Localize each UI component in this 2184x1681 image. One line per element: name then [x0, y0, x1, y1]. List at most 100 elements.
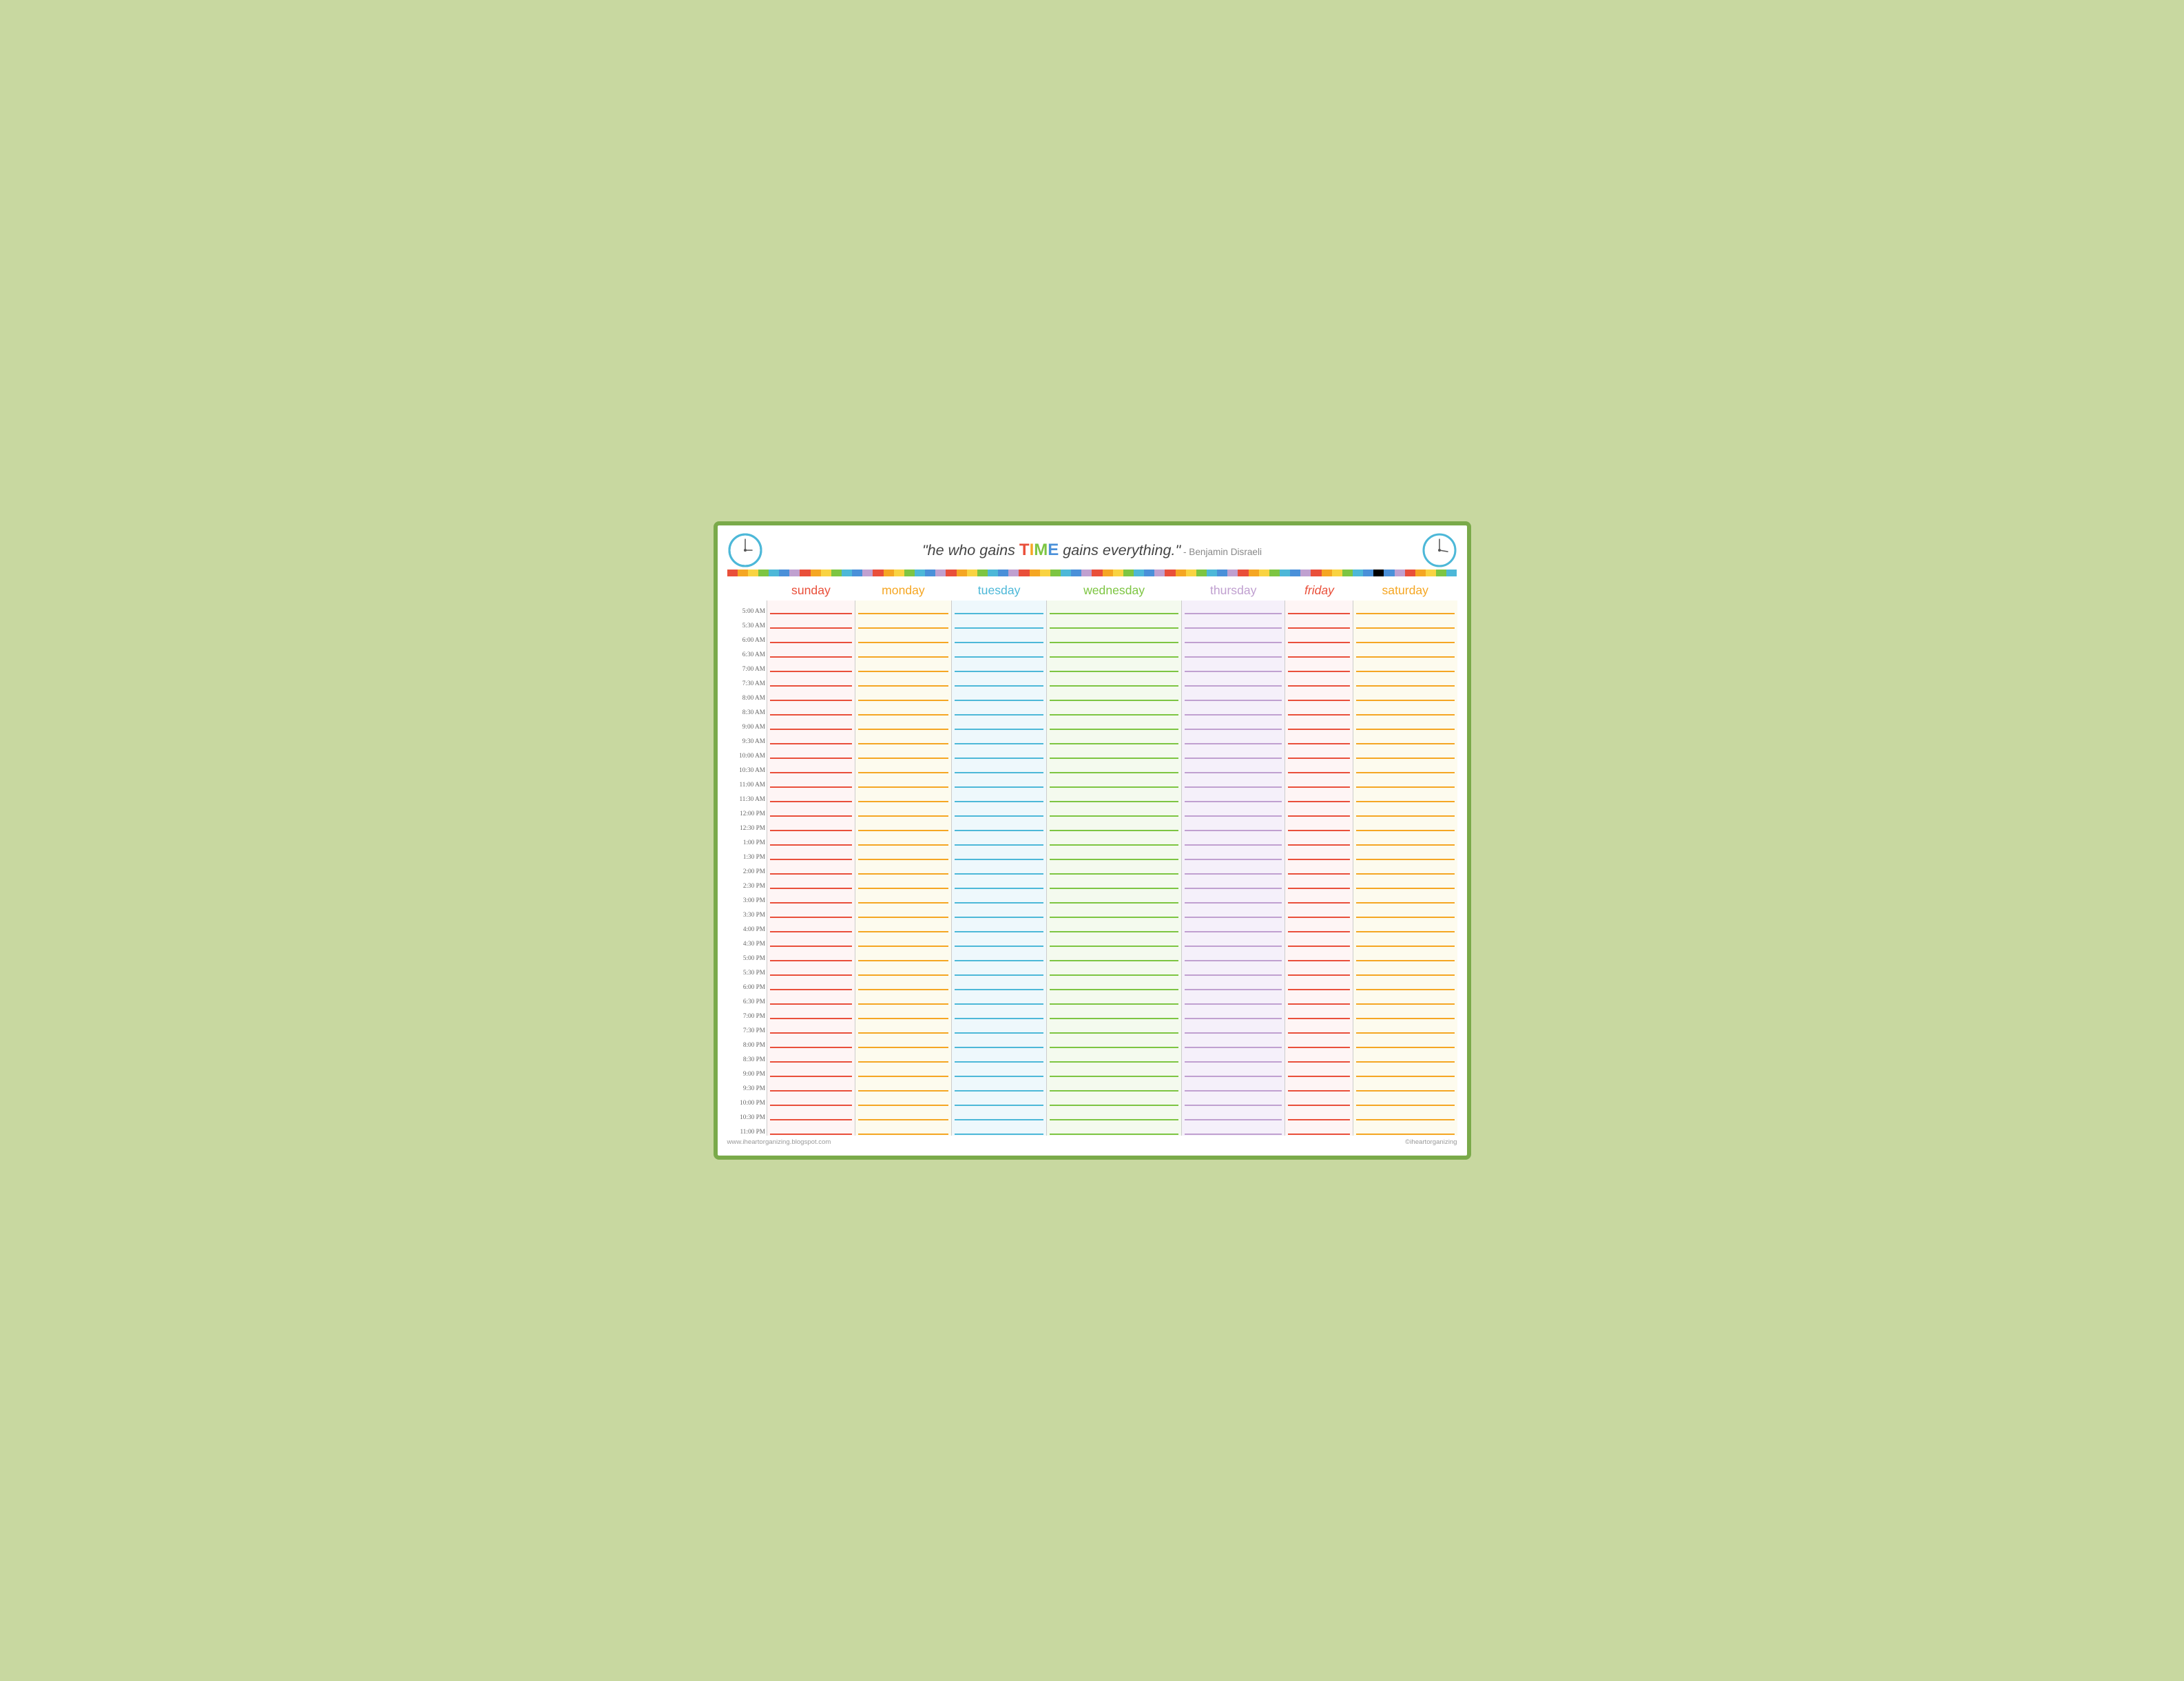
cell-fri-9[interactable]	[1285, 731, 1353, 745]
cell-sun-19[interactable]	[767, 875, 855, 890]
cell-sun-18[interactable]	[767, 861, 855, 875]
cell-wed-20[interactable]	[1047, 890, 1182, 904]
cell-sat-31[interactable]	[1353, 1049, 1457, 1063]
cell-sat-13[interactable]	[1353, 789, 1457, 803]
cell-thu-25[interactable]	[1181, 962, 1285, 977]
cell-mon-24[interactable]	[855, 948, 951, 962]
cell-fri-7[interactable]	[1285, 702, 1353, 716]
cell-fri-21[interactable]	[1285, 904, 1353, 919]
cell-mon-29[interactable]	[855, 1020, 951, 1034]
cell-fri-29[interactable]	[1285, 1020, 1353, 1034]
cell-thu-13[interactable]	[1181, 789, 1285, 803]
cell-sun-5[interactable]	[767, 673, 855, 687]
cell-thu-14[interactable]	[1181, 803, 1285, 817]
cell-tue-6[interactable]	[952, 687, 1047, 702]
cell-thu-4[interactable]	[1181, 658, 1285, 673]
cell-mon-25[interactable]	[855, 962, 951, 977]
cell-fri-36[interactable]	[1285, 1121, 1353, 1136]
cell-sat-9[interactable]	[1353, 731, 1457, 745]
cell-sun-15[interactable]	[767, 817, 855, 832]
cell-tue-26[interactable]	[952, 977, 1047, 991]
cell-wed-12[interactable]	[1047, 774, 1182, 789]
cell-sun-30[interactable]	[767, 1034, 855, 1049]
cell-sat-14[interactable]	[1353, 803, 1457, 817]
cell-sun-34[interactable]	[767, 1092, 855, 1107]
cell-sun-28[interactable]	[767, 1005, 855, 1020]
cell-wed-7[interactable]	[1047, 702, 1182, 716]
cell-mon-22[interactable]	[855, 919, 951, 933]
cell-sat-36[interactable]	[1353, 1121, 1457, 1136]
cell-sat-10[interactable]	[1353, 745, 1457, 760]
cell-sun-24[interactable]	[767, 948, 855, 962]
cell-tue-12[interactable]	[952, 774, 1047, 789]
cell-thu-18[interactable]	[1181, 861, 1285, 875]
cell-sun-7[interactable]	[767, 702, 855, 716]
cell-mon-36[interactable]	[855, 1121, 951, 1136]
cell-thu-20[interactable]	[1181, 890, 1285, 904]
cell-thu-19[interactable]	[1181, 875, 1285, 890]
cell-mon-2[interactable]	[855, 629, 951, 644]
cell-fri-22[interactable]	[1285, 919, 1353, 933]
cell-mon-26[interactable]	[855, 977, 951, 991]
cell-wed-21[interactable]	[1047, 904, 1182, 919]
cell-thu-22[interactable]	[1181, 919, 1285, 933]
cell-thu-33[interactable]	[1181, 1078, 1285, 1092]
cell-sat-2[interactable]	[1353, 629, 1457, 644]
cell-sat-19[interactable]	[1353, 875, 1457, 890]
cell-tue-17[interactable]	[952, 846, 1047, 861]
cell-mon-4[interactable]	[855, 658, 951, 673]
cell-fri-26[interactable]	[1285, 977, 1353, 991]
cell-wed-0[interactable]	[1047, 601, 1182, 615]
cell-thu-15[interactable]	[1181, 817, 1285, 832]
cell-tue-33[interactable]	[952, 1078, 1047, 1092]
cell-wed-14[interactable]	[1047, 803, 1182, 817]
cell-tue-18[interactable]	[952, 861, 1047, 875]
cell-mon-28[interactable]	[855, 1005, 951, 1020]
cell-tue-20[interactable]	[952, 890, 1047, 904]
cell-sun-32[interactable]	[767, 1063, 855, 1078]
cell-sun-21[interactable]	[767, 904, 855, 919]
cell-sun-1[interactable]	[767, 615, 855, 629]
cell-sun-25[interactable]	[767, 962, 855, 977]
cell-wed-4[interactable]	[1047, 658, 1182, 673]
cell-sat-21[interactable]	[1353, 904, 1457, 919]
cell-tue-10[interactable]	[952, 745, 1047, 760]
cell-sat-24[interactable]	[1353, 948, 1457, 962]
cell-sun-6[interactable]	[767, 687, 855, 702]
cell-mon-14[interactable]	[855, 803, 951, 817]
cell-sat-5[interactable]	[1353, 673, 1457, 687]
cell-wed-30[interactable]	[1047, 1034, 1182, 1049]
cell-sat-17[interactable]	[1353, 846, 1457, 861]
cell-wed-6[interactable]	[1047, 687, 1182, 702]
cell-mon-31[interactable]	[855, 1049, 951, 1063]
cell-fri-3[interactable]	[1285, 644, 1353, 658]
cell-wed-29[interactable]	[1047, 1020, 1182, 1034]
cell-tue-14[interactable]	[952, 803, 1047, 817]
cell-fri-16[interactable]	[1285, 832, 1353, 846]
cell-sun-2[interactable]	[767, 629, 855, 644]
cell-mon-19[interactable]	[855, 875, 951, 890]
cell-fri-6[interactable]	[1285, 687, 1353, 702]
cell-wed-36[interactable]	[1047, 1121, 1182, 1136]
cell-wed-25[interactable]	[1047, 962, 1182, 977]
cell-sun-17[interactable]	[767, 846, 855, 861]
cell-sat-4[interactable]	[1353, 658, 1457, 673]
cell-mon-20[interactable]	[855, 890, 951, 904]
cell-sun-0[interactable]	[767, 601, 855, 615]
cell-mon-35[interactable]	[855, 1107, 951, 1121]
cell-mon-30[interactable]	[855, 1034, 951, 1049]
cell-sat-15[interactable]	[1353, 817, 1457, 832]
cell-wed-2[interactable]	[1047, 629, 1182, 644]
cell-tue-21[interactable]	[952, 904, 1047, 919]
cell-sat-12[interactable]	[1353, 774, 1457, 789]
cell-mon-15[interactable]	[855, 817, 951, 832]
cell-fri-12[interactable]	[1285, 774, 1353, 789]
cell-wed-15[interactable]	[1047, 817, 1182, 832]
cell-sun-29[interactable]	[767, 1020, 855, 1034]
cell-thu-6[interactable]	[1181, 687, 1285, 702]
cell-tue-36[interactable]	[952, 1121, 1047, 1136]
cell-fri-33[interactable]	[1285, 1078, 1353, 1092]
cell-sat-11[interactable]	[1353, 760, 1457, 774]
cell-fri-23[interactable]	[1285, 933, 1353, 948]
cell-fri-5[interactable]	[1285, 673, 1353, 687]
